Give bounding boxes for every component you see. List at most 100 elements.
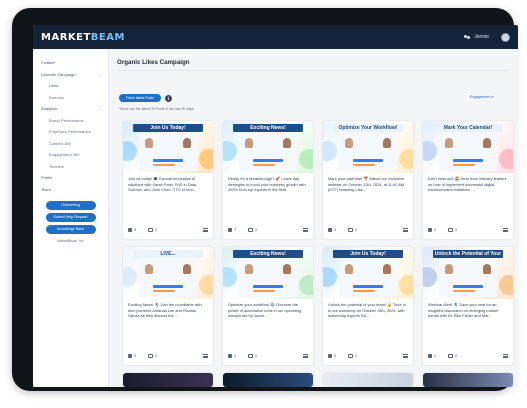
menu-icon[interactable]	[403, 228, 408, 232]
menu-icon[interactable]	[503, 354, 508, 358]
thumbs-up-icon	[328, 354, 332, 358]
sidebar-item-analytics[interactable]: Analytics ⌄	[33, 103, 108, 115]
post-caption: Don't miss out! 🚨 Hear from industry lea…	[428, 176, 507, 193]
comment-icon	[148, 354, 153, 358]
post-image	[223, 373, 313, 387]
post-image-headline: Exciting News!	[233, 250, 303, 258]
sidebar-nav: Feature LinkedIn Campaign ⌄ Likes Borrows Ana…	[33, 57, 108, 195]
comments-count: 0	[355, 228, 357, 232]
sort-select[interactable]: Engagement ▾	[470, 95, 493, 99]
post-card[interactable]	[123, 373, 213, 387]
comments-stat: 0	[348, 354, 357, 358]
sidebar-item-likes[interactable]: Likes	[33, 80, 108, 92]
post-caption: Exciting News! 🎙️ Join the roundtable wi…	[128, 302, 202, 319]
user-menu[interactable]: Jennie	[464, 34, 489, 40]
post-stats: 3 0	[428, 354, 508, 358]
post-image: Optimize Your Workflow!	[323, 121, 413, 173]
post-image: Mark Your Calendar!	[423, 121, 513, 173]
menu-icon[interactable]	[503, 228, 508, 232]
fetch-latest-posts-button[interactable]: Fetch latest Posts	[119, 94, 161, 102]
post-card[interactable]: Join Us Today! Unlock the potential of y…	[323, 247, 413, 365]
sidebar-item-label: Feature	[41, 60, 55, 66]
comments-stat: 0	[248, 228, 257, 232]
comments-stat: 0	[248, 354, 257, 358]
post-image-headline: LIVE...	[133, 250, 203, 258]
likes-count: 3	[134, 354, 136, 358]
knowledge-base-button[interactable]: Knowledge Base	[45, 225, 96, 234]
comment-icon	[448, 354, 453, 358]
menu-icon[interactable]	[403, 354, 408, 358]
post-card[interactable]: Unlock the Potential of Your Team Webina…	[423, 247, 513, 365]
post-image: Exciting News!	[223, 247, 313, 299]
likes-count: 3	[434, 354, 436, 358]
menu-icon[interactable]	[203, 354, 208, 358]
avatar[interactable]	[501, 32, 510, 42]
comments-stat: 0	[448, 354, 457, 358]
sidebar-item-borrows[interactable]: Borrows	[33, 92, 108, 104]
menu-icon[interactable]	[303, 354, 308, 358]
sidebar-item-employee-performance[interactable]: Employee Performance	[33, 126, 108, 138]
info-icon[interactable]: i	[165, 94, 172, 102]
post-image: Unlock the Potential of Your Team	[423, 247, 513, 299]
comments-count: 0	[455, 228, 457, 232]
post-caption: Join us today! 🎓 Explore innovative AI s…	[128, 176, 197, 193]
comments-count: 0	[355, 354, 357, 358]
posts-note: These are the latest 30 Posts in the las…	[119, 107, 194, 111]
menu-icon[interactable]	[303, 228, 308, 232]
likes-stat: 3	[128, 354, 136, 358]
comment-icon	[348, 354, 353, 358]
chevron-down-icon: ⌄	[98, 71, 102, 77]
menu-icon[interactable]	[203, 228, 208, 232]
post-stats: 3 0	[228, 354, 308, 358]
comment-icon	[248, 354, 253, 358]
post-card[interactable]	[223, 373, 313, 387]
sidebar-item-brand-performance[interactable]: Brand Performance	[33, 115, 108, 127]
comment-icon	[348, 228, 353, 232]
sidebar-item-engagement-360[interactable]: Engagement 360	[33, 149, 108, 161]
post-caption: Optimize your workflow! ⚙️ Discover the …	[228, 302, 302, 319]
logo-accent-text: BEAM	[90, 31, 125, 43]
sidebar-item-label: Timeline	[49, 163, 64, 169]
submit-help-request-button[interactable]: Submit Help Request	[45, 213, 96, 222]
post-stats: 4 0	[328, 228, 408, 232]
likes-count: 9	[134, 228, 136, 232]
page-title: Organic Likes Campaign	[117, 59, 190, 66]
sidebar-item-label: Content 360	[49, 140, 71, 146]
post-card[interactable]: Optimize Your Workflow! Mark your calend…	[323, 121, 413, 239]
title-divider	[117, 70, 510, 71]
thumbs-up-icon	[128, 228, 132, 232]
sidebar-item-label: Engagement 360	[49, 152, 80, 158]
comments-stat: 0	[148, 228, 157, 232]
post-card[interactable]	[423, 373, 513, 387]
post-card[interactable]: Join Us Today! Join us today! 🎓 Explore …	[123, 121, 213, 239]
post-card[interactable]: Exciting News! Optimize your workflow! ⚙…	[223, 247, 313, 365]
comments-count: 0	[255, 354, 257, 358]
post-image-headline: Join Us Today!	[333, 250, 403, 258]
post-card[interactable]: Exciting News! Ready for a breakthrough?…	[223, 121, 313, 239]
chevron-down-icon: ⌄	[98, 106, 102, 112]
post-image-headline: Exciting News!	[233, 124, 303, 132]
likes-count: 4	[334, 228, 336, 232]
sidebar-item-label: Analytics	[41, 106, 58, 112]
sidebar-item-profile[interactable]: Profile	[33, 172, 108, 184]
likes-count: 3	[334, 354, 336, 358]
sidebar-item-team[interactable]: Team	[33, 184, 108, 196]
sidebar-item-feature[interactable]: Feature	[33, 57, 108, 69]
likes-stat: 9	[128, 228, 136, 232]
sidebar-item-content-360[interactable]: Content 360	[33, 138, 108, 150]
main-content: Organic Likes Campaign Fetch latest Post…	[117, 49, 518, 387]
sidebar-item-linkedin-campaign[interactable]: LinkedIn Campaign ⌄	[33, 69, 108, 81]
likes-stat: 3	[228, 354, 236, 358]
comments-stat: 0	[148, 354, 157, 358]
post-card[interactable]	[323, 373, 413, 387]
sidebar-item-label: Team	[41, 186, 51, 192]
post-image	[123, 373, 213, 387]
post-card[interactable]: LIVE... Exciting News! 🎙️ Join the round…	[123, 247, 213, 365]
sidebar-item-label: Borrows	[49, 94, 64, 100]
post-card[interactable]: Mark Your Calendar! Don't miss out! 🚨 He…	[423, 121, 513, 239]
sidebar-item-timeline[interactable]: Timeline	[33, 161, 108, 173]
likes-stat: 7	[228, 228, 236, 232]
onboarding-button[interactable]: Onboarding	[45, 201, 96, 210]
app-logo[interactable]: MARKETBEAM	[41, 32, 125, 43]
post-image: LIVE...	[123, 247, 213, 299]
